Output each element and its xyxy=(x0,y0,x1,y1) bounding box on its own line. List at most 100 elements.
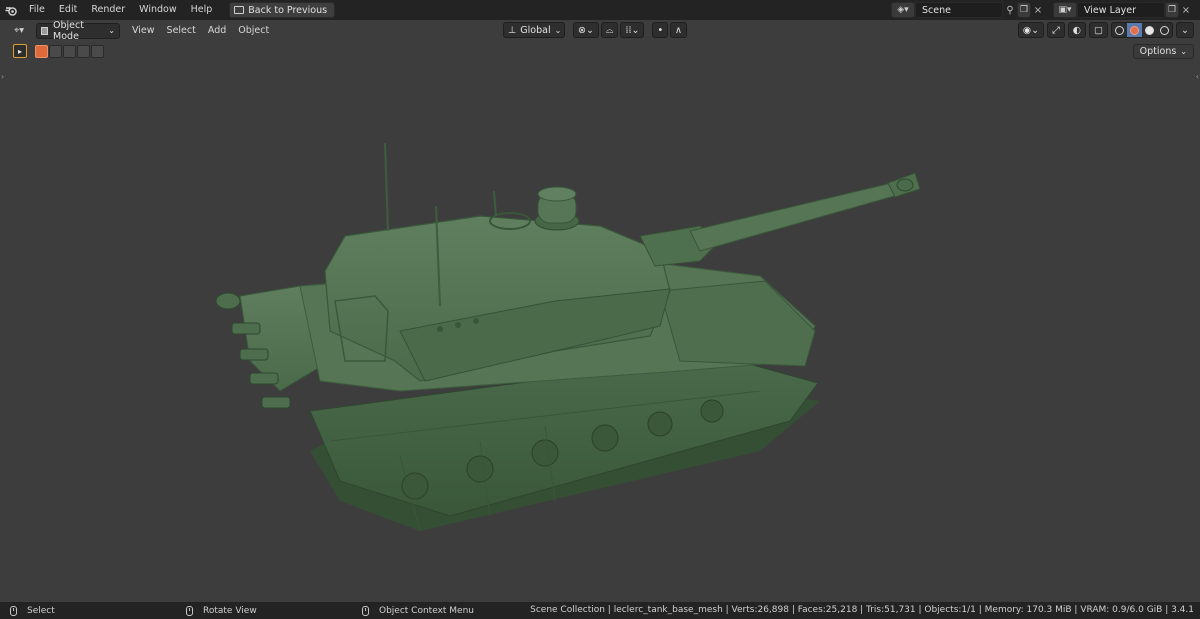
scene-selector: ◈▾ Scene ⚲ ❐ × ▣▾ View Layer ❐ × xyxy=(891,2,1193,18)
selection-mode-group xyxy=(35,45,104,58)
view-layer-browse-button[interactable]: ▣▾ xyxy=(1053,2,1077,18)
close-icon[interactable]: × xyxy=(1031,2,1045,18)
mode-label: Object Mode xyxy=(53,19,84,42)
chevron-down-icon: ⌄ xyxy=(108,26,115,35)
pivot-icon: ⊗⌄ xyxy=(578,24,594,36)
view-layer-icon: ▣▾ xyxy=(1058,5,1072,15)
orientation-selector[interactable]: ⊥ Global ⌄ xyxy=(503,22,565,38)
shading-mode-group xyxy=(1111,22,1174,38)
proportional-edit-toggle[interactable]: • xyxy=(652,22,669,38)
xray-toggle[interactable]: ▢ xyxy=(1089,22,1109,38)
hint-rotate-label: Rotate View xyxy=(203,605,257,616)
3d-viewport-icon: ⌖▾ xyxy=(13,24,25,36)
select-new-button[interactable] xyxy=(35,45,48,58)
menu-render[interactable]: Render xyxy=(84,0,132,20)
transform-controls: ⊥ Global ⌄ ⊗⌄ ⌓ ⁞⁞⌄ • ∧ xyxy=(503,22,688,38)
hint-context-label: Object Context Menu xyxy=(379,605,475,616)
solid-icon xyxy=(1130,25,1140,35)
shading-controls: ◉⌄ ⤢ ◐ ▢ ⌄ xyxy=(1017,22,1194,38)
mode-selector[interactable]: Object Mode ⌄ xyxy=(36,19,120,42)
wireframe-shading-button[interactable] xyxy=(1112,23,1127,37)
mouse-right-icon xyxy=(362,605,369,616)
gun-barrel xyxy=(689,180,906,252)
scene-browse-button[interactable]: ◈▾ xyxy=(891,2,915,18)
wireframe-icon xyxy=(1115,25,1125,35)
chevron-down-icon: ⌄ xyxy=(1181,24,1189,36)
muzzle-tip xyxy=(896,178,914,192)
scene-name-field[interactable]: Scene xyxy=(915,2,1003,18)
select-extend-button[interactable] xyxy=(49,45,62,58)
object-mode-icon xyxy=(41,26,49,35)
select-tool-button[interactable]: ▸ xyxy=(13,44,27,58)
tool-settings-row: ▸ Options ⌄ xyxy=(0,41,1200,61)
shading-options-dropdown[interactable]: ⌄ xyxy=(1176,22,1194,38)
back-to-previous-button[interactable]: Back to Previous xyxy=(229,2,336,18)
options-dropdown[interactable]: Options ⌄ xyxy=(1132,44,1194,59)
falloff-curve-icon: ∧ xyxy=(675,24,683,36)
gizmo-toggle[interactable]: ⤢ xyxy=(1047,22,1065,38)
hint-rotate: Rotate View xyxy=(186,602,257,619)
rendered-icon xyxy=(1160,25,1170,35)
menu-window[interactable]: Window xyxy=(132,0,183,20)
menu-edit[interactable]: Edit xyxy=(52,0,84,20)
overlays-icon: ◐ xyxy=(1072,24,1082,36)
new-scene-button[interactable]: ❐ xyxy=(1017,2,1031,18)
new-view-layer-button[interactable]: ❐ xyxy=(1165,2,1179,18)
menu-object[interactable]: Object xyxy=(232,25,275,36)
overlays-toggle[interactable]: ◐ xyxy=(1067,22,1087,38)
orientation-label: Global xyxy=(520,24,551,36)
material-shading-button[interactable] xyxy=(1142,23,1157,37)
duplicate-icon: ❐ xyxy=(1019,5,1029,15)
select-invert-button[interactable] xyxy=(77,45,90,58)
mouse-middle-icon xyxy=(186,605,193,616)
options-label: Options xyxy=(1139,46,1177,57)
select-intersect-button[interactable] xyxy=(91,45,104,58)
hint-context-menu: Object Context Menu xyxy=(362,602,474,619)
proportional-dot-icon: • xyxy=(657,24,664,36)
screen-icon xyxy=(234,6,245,14)
front-glacis xyxy=(659,280,816,367)
orientation-icon: ⊥ xyxy=(508,24,517,36)
menu-select[interactable]: Select xyxy=(161,25,202,36)
hint-select-label: Select xyxy=(27,605,55,616)
material-icon xyxy=(1145,25,1155,35)
chevron-down-icon: ⌄ xyxy=(1180,47,1187,56)
blender-logo-icon[interactable] xyxy=(0,0,22,20)
3d-viewport[interactable] xyxy=(0,61,1200,602)
hint-select: Select xyxy=(10,602,55,619)
snap-toggle[interactable]: ⌓ xyxy=(600,22,619,38)
mouse-left-icon xyxy=(10,605,17,616)
solid-shading-button[interactable] xyxy=(1127,23,1143,37)
top-bar: File Edit Render Window Help Back to Pre… xyxy=(0,0,1200,20)
scene-name: Scene xyxy=(922,4,951,16)
duplicate-icon: ❐ xyxy=(1167,5,1177,15)
eye-icon: ◉⌄ xyxy=(1022,24,1040,36)
view-layer-name-field[interactable]: View Layer xyxy=(1077,2,1165,18)
tank-model xyxy=(215,142,921,532)
close-icon[interactable]: × xyxy=(1179,2,1193,18)
cursor-arrow-icon: ▸ xyxy=(17,46,22,56)
menu-file[interactable]: File xyxy=(22,0,52,20)
pin-icon[interactable]: ⚲ xyxy=(1003,2,1017,18)
snap-grid-icon: ⁞⁞⌄ xyxy=(625,24,640,36)
menu-view[interactable]: View xyxy=(126,25,161,36)
visibility-selector[interactable]: ◉⌄ xyxy=(1017,22,1045,38)
view-layer-name: View Layer xyxy=(1084,4,1137,16)
rendered-shading-button[interactable] xyxy=(1157,23,1172,37)
snap-target-selector[interactable]: ⁞⁞⌄ xyxy=(620,22,645,38)
pivot-selector[interactable]: ⊗⌄ xyxy=(573,22,599,38)
status-bar: Select Rotate View Object Context Menu S… xyxy=(0,602,1200,619)
xray-icon: ▢ xyxy=(1094,24,1104,36)
scene-icon: ◈▾ xyxy=(897,5,909,15)
menu-add[interactable]: Add xyxy=(202,25,232,36)
back-to-previous-label: Back to Previous xyxy=(248,4,328,16)
scene-statistics: Scene Collection | leclerc_tank_base_mes… xyxy=(530,605,1194,615)
select-subtract-button[interactable] xyxy=(63,45,76,58)
menu-help[interactable]: Help xyxy=(184,0,220,20)
gizmo-icon: ⤢ xyxy=(1052,24,1060,36)
falloff-selector[interactable]: ∧ xyxy=(670,22,688,38)
snap-icon: ⌓ xyxy=(605,24,614,36)
viewport-header: ⌖▾ Object Mode ⌄ View Select Add Object … xyxy=(0,19,1200,42)
editor-type-selector[interactable]: ⌖▾ xyxy=(6,22,32,38)
chevron-down-icon: ⌄ xyxy=(554,25,562,35)
